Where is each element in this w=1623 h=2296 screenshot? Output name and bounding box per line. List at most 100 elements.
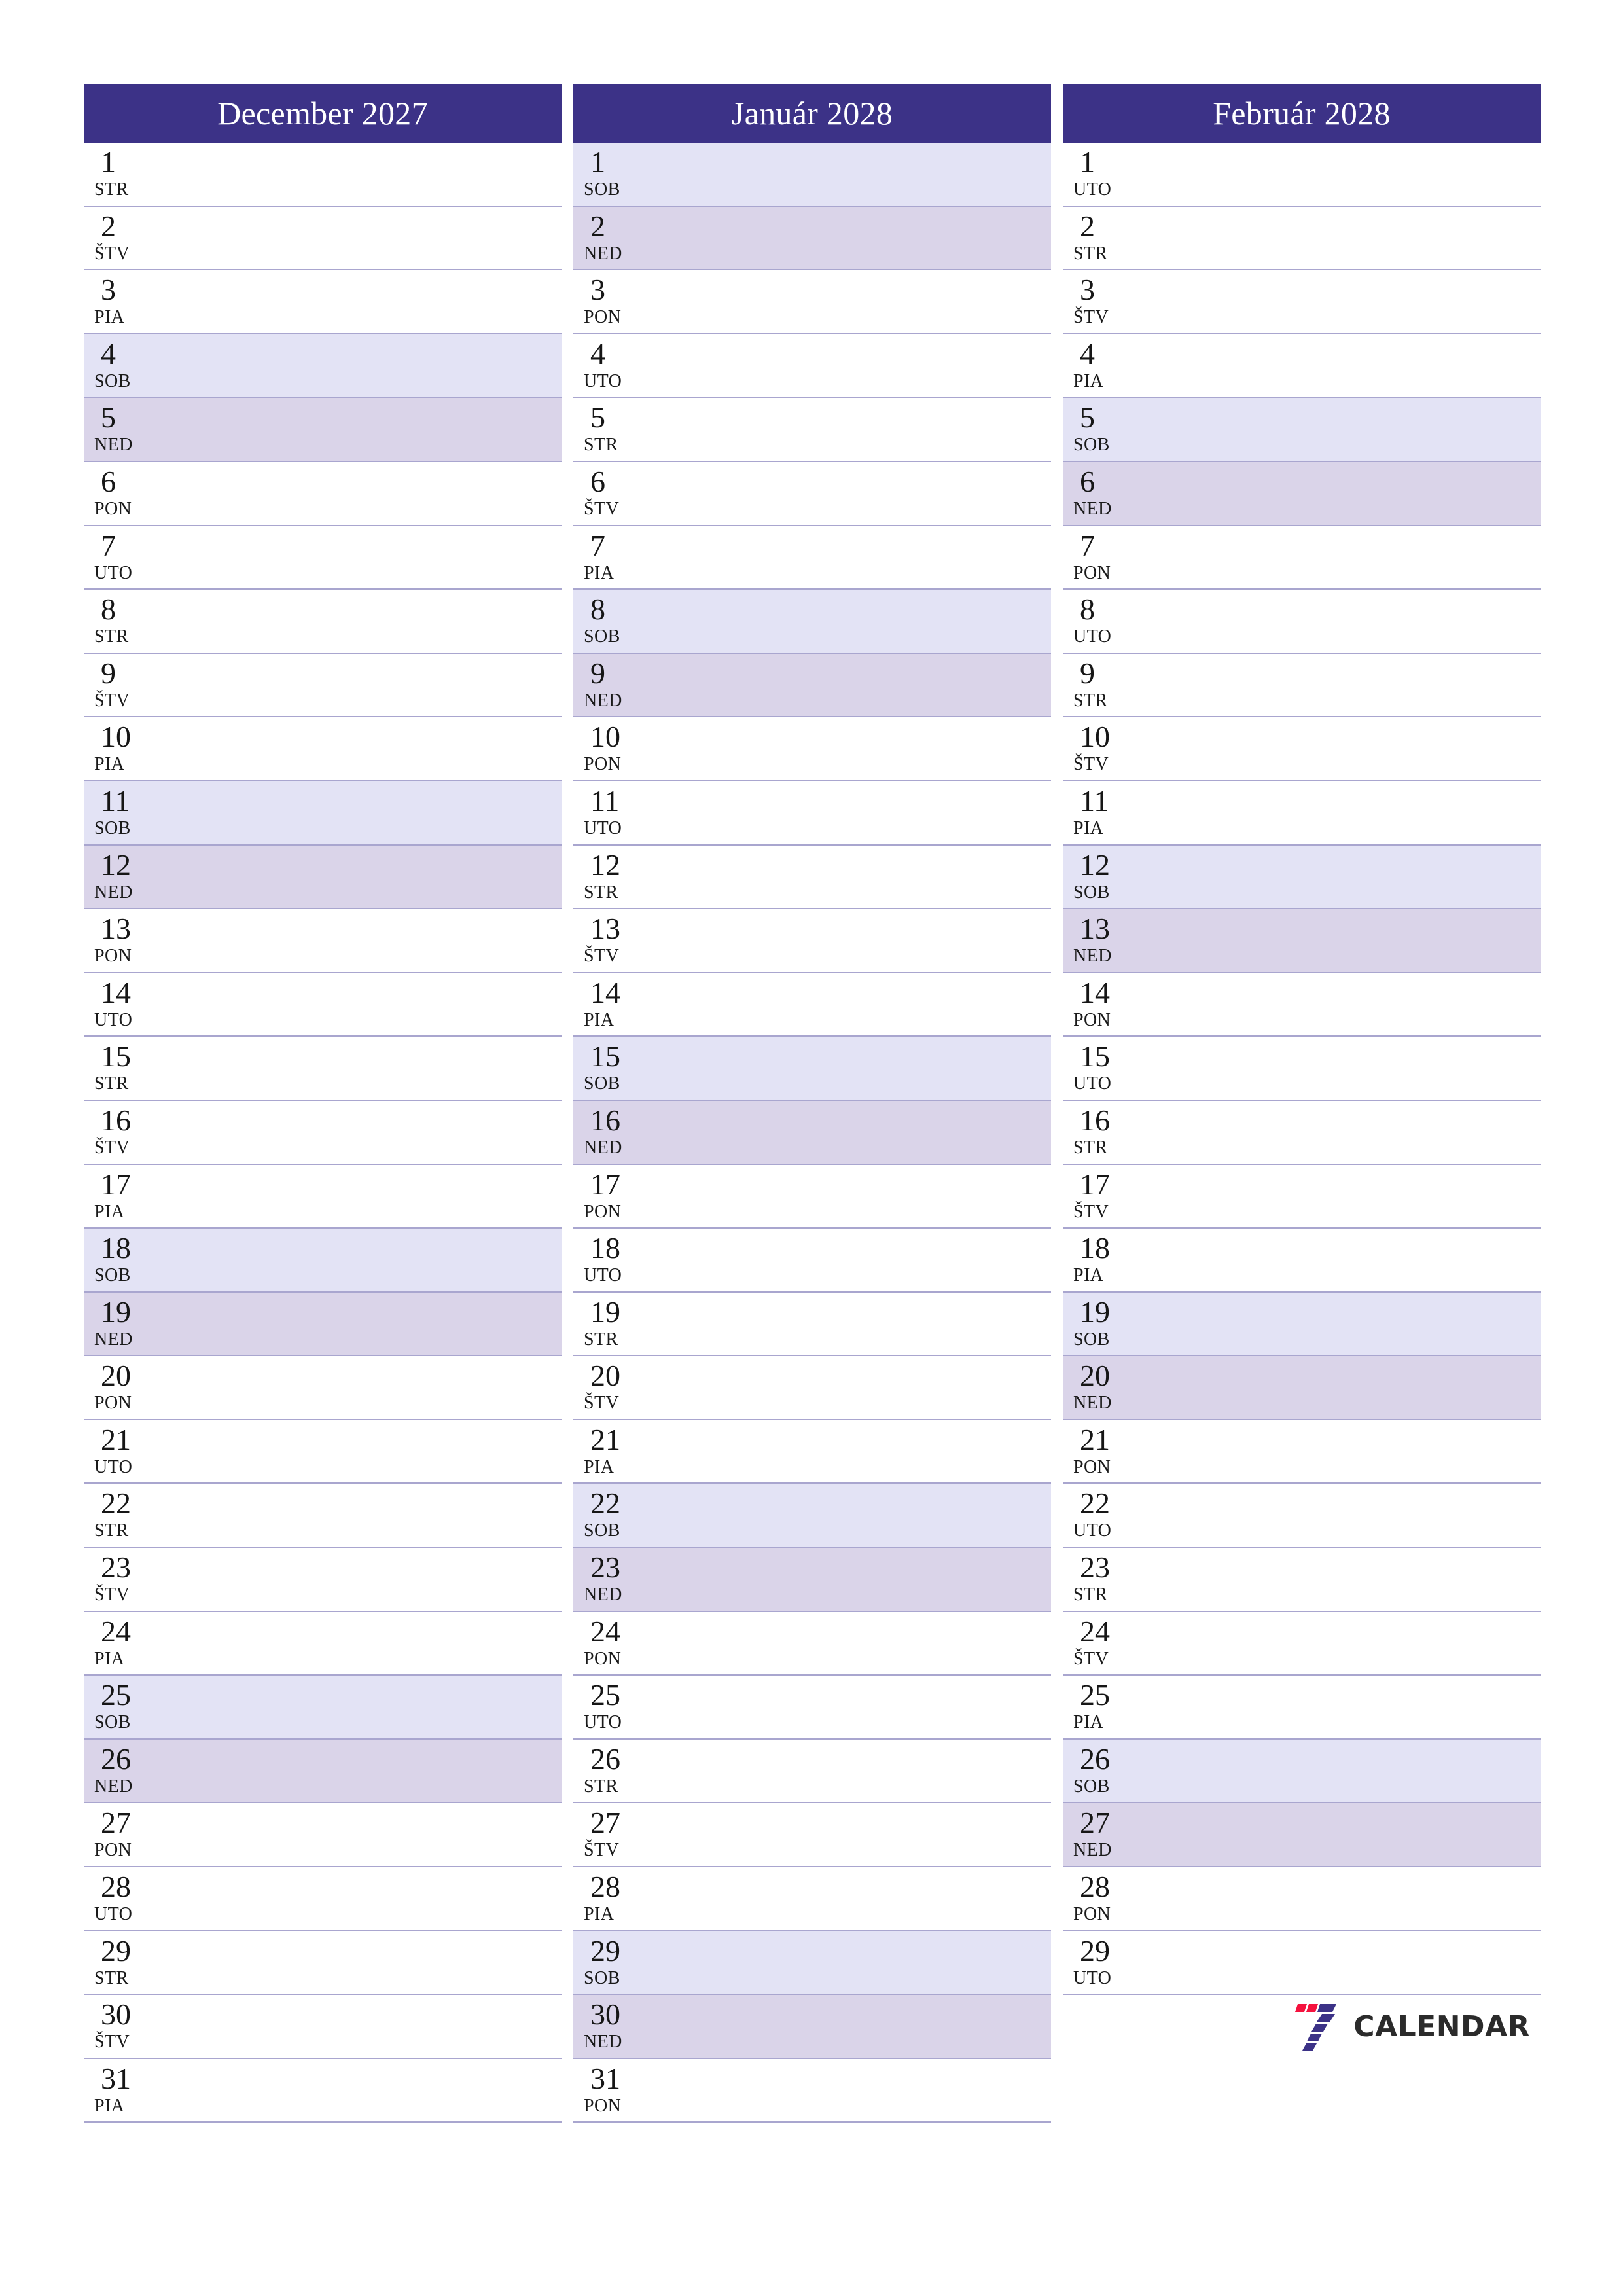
day-row[interactable]: 3 PIA <box>84 270 562 334</box>
day-row[interactable]: 9 STR <box>1063 653 1541 718</box>
day-row[interactable]: 27 ŠTV <box>573 1803 1051 1868</box>
day-number: 25 <box>101 1678 131 1712</box>
day-row[interactable]: 13 ŠTV <box>573 909 1051 973</box>
day-row[interactable]: 22 STR <box>84 1484 562 1549</box>
day-row[interactable]: 11 SOB <box>84 781 562 846</box>
day-row[interactable]: 30 ŠTV <box>84 1995 562 2059</box>
day-row[interactable]: 24 PON <box>573 1611 1051 1676</box>
day-weekday-abbr: SOB <box>584 179 620 200</box>
day-row[interactable]: 7 UTO <box>84 526 562 590</box>
day-row[interactable]: 26 NED <box>84 1739 562 1804</box>
day-row[interactable]: 19 NED <box>84 1292 562 1357</box>
day-row[interactable]: 20 ŠTV <box>573 1356 1051 1420</box>
day-row[interactable]: 23 ŠTV <box>84 1548 562 1612</box>
day-row[interactable]: 6 ŠTV <box>573 461 1051 526</box>
day-row[interactable]: 12 STR <box>573 845 1051 910</box>
day-row[interactable]: 30 NED <box>573 1995 1051 2059</box>
day-row[interactable]: 14 UTO <box>84 973 562 1037</box>
day-row[interactable]: 8 UTO <box>1063 590 1541 654</box>
day-row[interactable]: 11 UTO <box>573 781 1051 846</box>
day-weekday-abbr: PON <box>584 307 622 328</box>
day-row[interactable]: 24 ŠTV <box>1063 1611 1541 1676</box>
day-row[interactable]: 5 NED <box>84 398 562 462</box>
day-row[interactable]: 23 NED <box>573 1548 1051 1612</box>
day-row[interactable]: 4 UTO <box>573 334 1051 399</box>
day-row[interactable]: 18 SOB <box>84 1229 562 1293</box>
day-row[interactable]: 16 ŠTV <box>84 1100 562 1165</box>
day-row[interactable]: 2 ŠTV <box>84 206 562 271</box>
day-row[interactable]: 21 PIA <box>573 1420 1051 1484</box>
day-row[interactable]: 3 ŠTV <box>1063 270 1541 334</box>
day-row[interactable]: 10 ŠTV <box>1063 717 1541 781</box>
day-row[interactable]: 22 SOB <box>573 1484 1051 1549</box>
day-row[interactable]: 1 SOB <box>573 143 1051 207</box>
day-row[interactable]: 14 PIA <box>573 973 1051 1037</box>
day-row[interactable]: 29 STR <box>84 1931 562 1996</box>
day-row[interactable]: 31 PIA <box>84 2058 562 2123</box>
day-row[interactable]: 25 UTO <box>573 1676 1051 1740</box>
day-row[interactable]: 10 PIA <box>84 717 562 781</box>
day-row[interactable]: 7 PON <box>1063 526 1541 590</box>
day-row[interactable]: 15 SOB <box>573 1037 1051 1101</box>
day-row[interactable]: 15 UTO <box>1063 1037 1541 1101</box>
day-row[interactable]: 13 NED <box>1063 909 1541 973</box>
day-row[interactable]: 16 STR <box>1063 1100 1541 1165</box>
day-row[interactable]: 4 SOB <box>84 334 562 399</box>
day-row[interactable]: 28 PON <box>1063 1867 1541 1931</box>
day-row[interactable]: 2 NED <box>573 206 1051 271</box>
day-row[interactable]: 24 PIA <box>84 1611 562 1676</box>
day-row[interactable]: 17 PIA <box>84 1164 562 1229</box>
day-row[interactable]: 1 UTO <box>1063 143 1541 207</box>
day-row[interactable]: 5 STR <box>573 398 1051 462</box>
day-row[interactable]: 25 PIA <box>1063 1676 1541 1740</box>
day-row[interactable]: 18 PIA <box>1063 1229 1541 1293</box>
day-row[interactable]: 9 ŠTV <box>84 653 562 718</box>
brand-logo[interactable]: CALENDAR <box>1292 2003 1530 2051</box>
day-row[interactable]: 15 STR <box>84 1037 562 1101</box>
day-row[interactable]: 27 PON <box>84 1803 562 1868</box>
month-title: December 2027 <box>84 84 562 143</box>
day-row[interactable]: 29 UTO <box>1063 1931 1541 1996</box>
day-row[interactable]: 12 NED <box>84 845 562 910</box>
day-row[interactable]: 14 PON <box>1063 973 1541 1037</box>
day-row[interactable]: 4 PIA <box>1063 334 1541 399</box>
day-row[interactable]: 5 SOB <box>1063 398 1541 462</box>
day-row[interactable]: 6 PON <box>84 461 562 526</box>
day-row[interactable]: 13 PON <box>84 909 562 973</box>
day-row[interactable]: 7 PIA <box>573 526 1051 590</box>
day-row[interactable]: 19 SOB <box>1063 1292 1541 1357</box>
day-row[interactable]: 3 PON <box>573 270 1051 334</box>
day-row[interactable]: 1 STR <box>84 143 562 207</box>
day-row[interactable]: 17 ŠTV <box>1063 1164 1541 1229</box>
day-row[interactable]: 28 UTO <box>84 1867 562 1931</box>
day-row[interactable]: 21 UTO <box>84 1420 562 1484</box>
day-row[interactable]: 11 PIA <box>1063 781 1541 846</box>
day-row[interactable]: 19 STR <box>573 1292 1051 1357</box>
day-row[interactable]: 28 PIA <box>573 1867 1051 1931</box>
day-weekday-abbr: NED <box>1073 498 1112 519</box>
day-row[interactable]: 23 STR <box>1063 1548 1541 1612</box>
day-row[interactable]: 21 PON <box>1063 1420 1541 1484</box>
day-row[interactable]: 8 STR <box>84 590 562 654</box>
day-row[interactable]: 20 PON <box>84 1356 562 1420</box>
day-row[interactable]: 2 STR <box>1063 206 1541 271</box>
day-row[interactable]: 22 UTO <box>1063 1484 1541 1549</box>
day-row[interactable]: 26 STR <box>573 1739 1051 1804</box>
day-number: 13 <box>1080 912 1110 946</box>
day-weekday-abbr: UTO <box>94 1456 133 1477</box>
day-row[interactable]: 17 PON <box>573 1164 1051 1229</box>
day-row[interactable]: 18 UTO <box>573 1229 1051 1293</box>
day-row[interactable]: 31 PON <box>573 2058 1051 2123</box>
day-row[interactable]: 9 NED <box>573 653 1051 718</box>
day-row[interactable]: 10 PON <box>573 717 1051 781</box>
day-row[interactable]: 29 SOB <box>573 1931 1051 1996</box>
day-row[interactable]: 12 SOB <box>1063 845 1541 910</box>
day-row[interactable]: 8 SOB <box>573 590 1051 654</box>
day-row[interactable]: 20 NED <box>1063 1356 1541 1420</box>
day-row[interactable]: 25 SOB <box>84 1676 562 1740</box>
day-row[interactable]: 6 NED <box>1063 461 1541 526</box>
day-row[interactable]: 27 NED <box>1063 1803 1541 1868</box>
day-row[interactable]: 26 SOB <box>1063 1739 1541 1804</box>
day-row[interactable]: 16 NED <box>573 1100 1051 1165</box>
day-number: 6 <box>1080 464 1095 498</box>
